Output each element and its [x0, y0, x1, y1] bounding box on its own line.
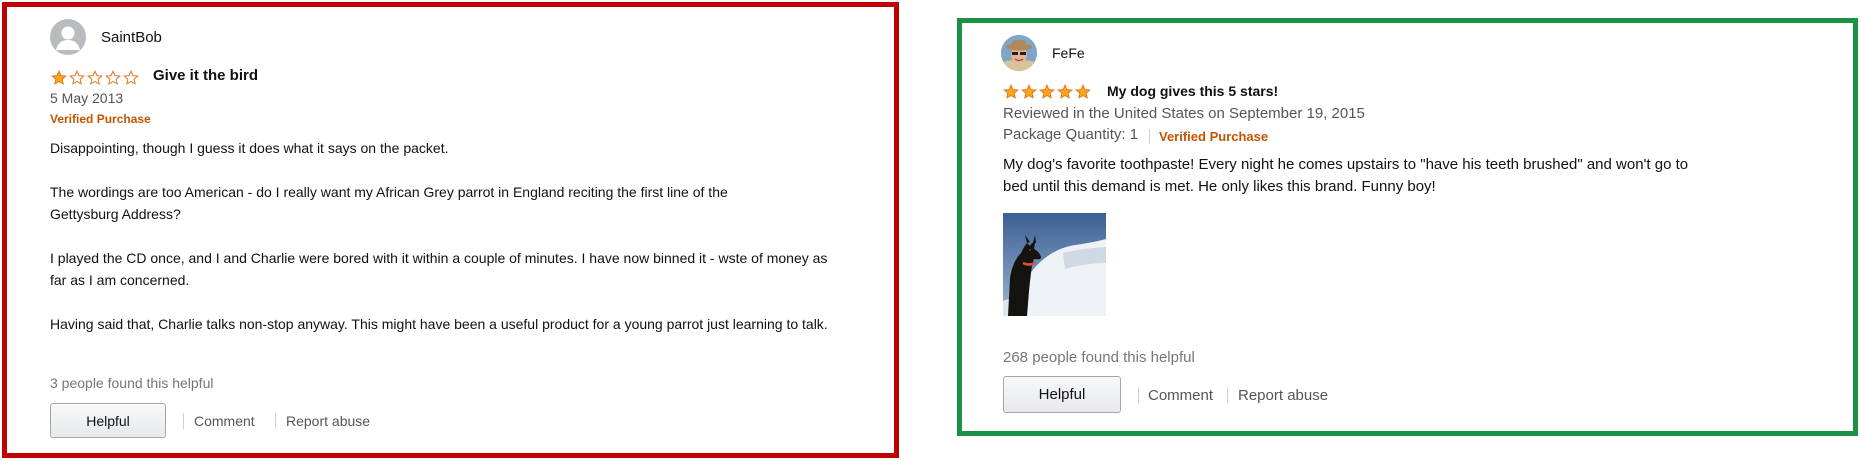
verified-purchase-badge: Verified Purchase — [50, 112, 151, 126]
dog-in-snow-photo[interactable] — [1003, 213, 1106, 316]
verified-purchase-badge: Verified Purchase — [1159, 129, 1269, 144]
default-avatar-icon[interactable] — [50, 19, 86, 55]
star-icon — [1057, 84, 1073, 99]
report-abuse-link[interactable]: Report abuse — [1238, 387, 1328, 404]
divider — [275, 413, 276, 429]
review-title[interactable]: Give it the bird — [153, 67, 258, 84]
review-body: Disappointing, though I guess it does wh… — [50, 137, 850, 335]
reviewer-name[interactable]: SaintBob — [101, 29, 162, 46]
helpful-count: 3 people found this helpful — [50, 375, 214, 391]
comment-link[interactable]: Comment — [1148, 387, 1213, 404]
divider — [1138, 387, 1139, 403]
review-paragraph: I played the CD once, and I and Charlie … — [50, 250, 828, 288]
star-icon — [123, 70, 139, 85]
divider — [1227, 387, 1228, 403]
review-date: Reviewed in the United States on Septemb… — [1003, 105, 1365, 122]
review-card-fefe: FeFe My dog gives this 5 stars! Reviewed… — [957, 18, 1858, 436]
star-icon — [1075, 84, 1091, 99]
review-paragraph: Disappointing, though I guess it does wh… — [50, 140, 449, 156]
review-body: My dog's favorite toothpaste! Every nigh… — [1003, 154, 1708, 198]
review-paragraph: My dog's favorite toothpaste! Every nigh… — [1003, 156, 1689, 195]
review-card-saintbob: SaintBob Give it the bird 5 May 2013 Ver… — [2, 2, 899, 458]
helpful-count: 268 people found this helpful — [1003, 349, 1195, 366]
package-quantity: Package Quantity: 1 — [1003, 126, 1139, 143]
divider — [1149, 129, 1150, 144]
star-icon — [105, 70, 121, 85]
star-icon — [1021, 84, 1037, 99]
star-icon — [69, 70, 85, 85]
star-rating[interactable] — [1003, 84, 1091, 99]
star-icon — [1003, 84, 1019, 99]
divider — [183, 413, 184, 429]
review-date: 5 May 2013 — [50, 90, 124, 106]
star-icon — [51, 70, 67, 85]
helpful-button[interactable]: Helpful — [1003, 376, 1121, 413]
star-icon — [1039, 84, 1055, 99]
report-abuse-link[interactable]: Report abuse — [286, 413, 370, 429]
reviewer-name[interactable]: FeFe — [1052, 45, 1085, 61]
comment-link[interactable]: Comment — [194, 413, 255, 429]
profile-photo[interactable] — [1001, 35, 1037, 71]
review-paragraph: The wordings are too American - do I rea… — [50, 184, 728, 222]
review-paragraph: Having said that, Charlie talks non-stop… — [50, 316, 828, 332]
review-title[interactable]: My dog gives this 5 stars! — [1107, 83, 1278, 99]
star-rating[interactable] — [51, 70, 139, 85]
star-icon — [87, 70, 103, 85]
helpful-button[interactable]: Helpful — [50, 403, 166, 438]
